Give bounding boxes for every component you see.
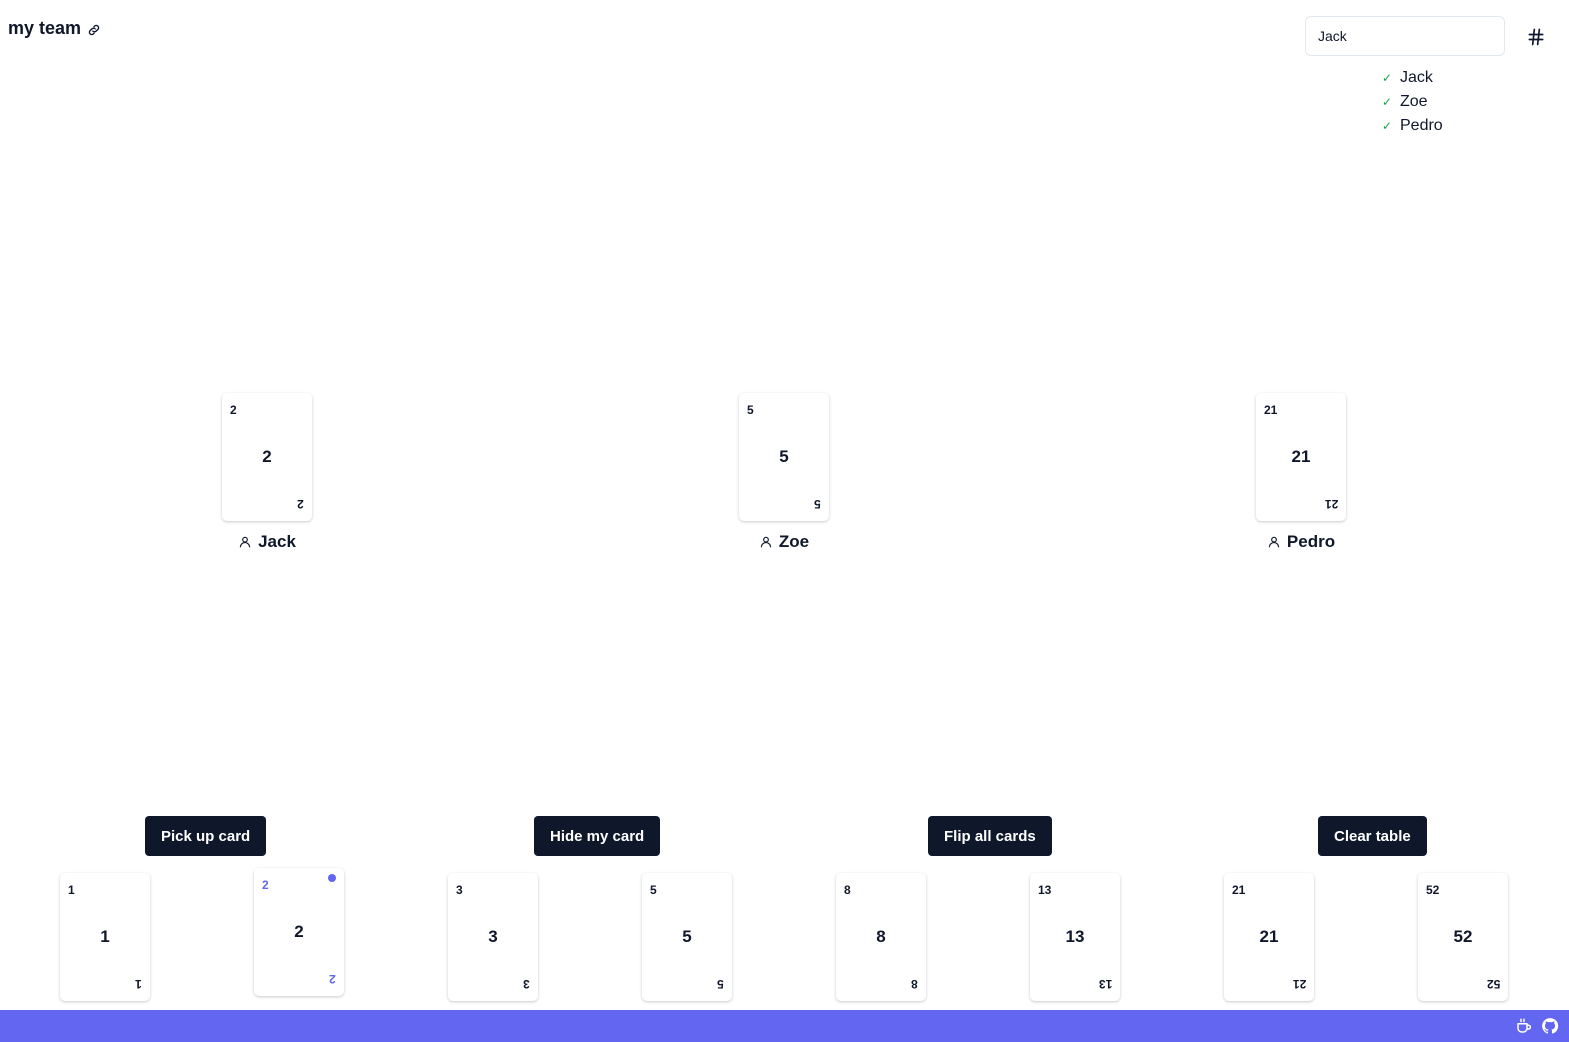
- hand-card-3[interactable]: 3 3 3: [448, 873, 538, 1001]
- footer: [0, 1010, 1569, 1042]
- table-card-pedro: 21 21 21: [1256, 393, 1346, 521]
- selected-dot: [328, 874, 336, 882]
- hand-card-1[interactable]: 1 1 1: [60, 873, 150, 1001]
- player-name-pedro: Pedro: [1231, 532, 1371, 552]
- clear-table-button[interactable]: Clear table: [1318, 816, 1427, 856]
- card-corner-value: 5: [814, 497, 821, 511]
- card-corner-value: 13: [1098, 977, 1112, 991]
- card-value: 3: [488, 927, 498, 946]
- card-corner-value: 5: [650, 883, 657, 897]
- check-icon: ✓: [1382, 119, 1393, 133]
- player-name-label: Zoe: [778, 532, 810, 551]
- card-value: 52: [1453, 927, 1473, 946]
- table-card-zoe: 5 5 5: [739, 393, 829, 521]
- player-name-label: Pedro: [1286, 532, 1336, 551]
- player-name-zoe: Zoe: [714, 532, 854, 552]
- card-corner-value: 13: [1038, 883, 1052, 897]
- check-icon: ✓: [1382, 95, 1393, 109]
- link-icon[interactable]: [87, 23, 101, 37]
- hash-icon[interactable]: [1526, 27, 1546, 47]
- hide-my-card-button[interactable]: Hide my card: [534, 816, 661, 856]
- card-value: 21: [1259, 927, 1279, 946]
- card-corner-value: 2: [262, 878, 269, 892]
- card-corner-value: 1: [68, 883, 75, 897]
- card-value: 8: [876, 927, 886, 946]
- card-value: 5: [682, 927, 692, 946]
- card-corner-value: 21: [1232, 883, 1246, 897]
- card-corner-value: 5: [747, 403, 754, 417]
- card-corner-value: 21: [1292, 977, 1306, 991]
- coffee-icon[interactable]: [1515, 1017, 1533, 1035]
- player-list-name: Pedro: [1400, 117, 1443, 134]
- card-corner-value: 3: [523, 977, 530, 991]
- card-corner-value: 52: [1426, 883, 1440, 897]
- card-corner-value: 2: [329, 972, 336, 986]
- card-value: 13: [1065, 927, 1085, 946]
- card-value: 2: [262, 447, 272, 466]
- list-item: ✓ Zoe: [1382, 90, 1443, 114]
- pick-up-card-button[interactable]: Pick up card: [145, 816, 267, 856]
- card-corner-value: 8: [844, 883, 851, 897]
- team-title: my team: [8, 18, 101, 39]
- hand-card-5[interactable]: 5 5 5: [642, 873, 732, 1001]
- hand-card-13[interactable]: 13 13 13: [1030, 873, 1120, 1001]
- card-corner-value: 52: [1486, 977, 1500, 991]
- card-corner-value: 2: [230, 403, 237, 417]
- hand-card-21[interactable]: 21 21 21: [1224, 873, 1314, 1001]
- player-name-jack: Jack: [197, 532, 337, 552]
- card-value: 5: [779, 447, 789, 466]
- table-card-jack: 2 2 2: [222, 393, 312, 521]
- card-corner-value: 3: [456, 883, 463, 897]
- list-item: ✓ Jack: [1382, 66, 1443, 90]
- card-corner-value: 21: [1324, 497, 1338, 511]
- player-list-name: Zoe: [1400, 93, 1428, 110]
- card-corner-value: 2: [297, 497, 304, 511]
- github-icon[interactable]: [1541, 1017, 1559, 1035]
- card-corner-value: 8: [911, 977, 918, 991]
- team-name: my team: [8, 18, 82, 38]
- card-value: 1: [100, 927, 110, 946]
- player-list: ✓ Jack ✓ Zoe ✓ Pedro: [1382, 66, 1443, 138]
- card-corner-value: 21: [1264, 403, 1278, 417]
- hand-card-2-selected[interactable]: 2 2 2: [254, 868, 344, 996]
- check-icon: ✓: [1382, 71, 1393, 85]
- user-icon: [760, 536, 772, 548]
- card-corner-value: 5: [717, 977, 724, 991]
- player-list-name: Jack: [1400, 69, 1433, 86]
- user-icon: [239, 536, 251, 548]
- name-input[interactable]: [1305, 16, 1505, 56]
- card-corner-value: 1: [135, 977, 142, 991]
- flip-all-cards-button[interactable]: Flip all cards: [928, 816, 1052, 856]
- hand-card-52[interactable]: 52 52 52: [1418, 873, 1508, 1001]
- user-icon: [1268, 536, 1280, 548]
- list-item: ✓ Pedro: [1382, 114, 1443, 138]
- card-value: 2: [294, 922, 304, 941]
- card-value: 21: [1291, 447, 1311, 466]
- player-name-label: Jack: [258, 532, 296, 551]
- hand-card-8[interactable]: 8 8 8: [836, 873, 926, 1001]
